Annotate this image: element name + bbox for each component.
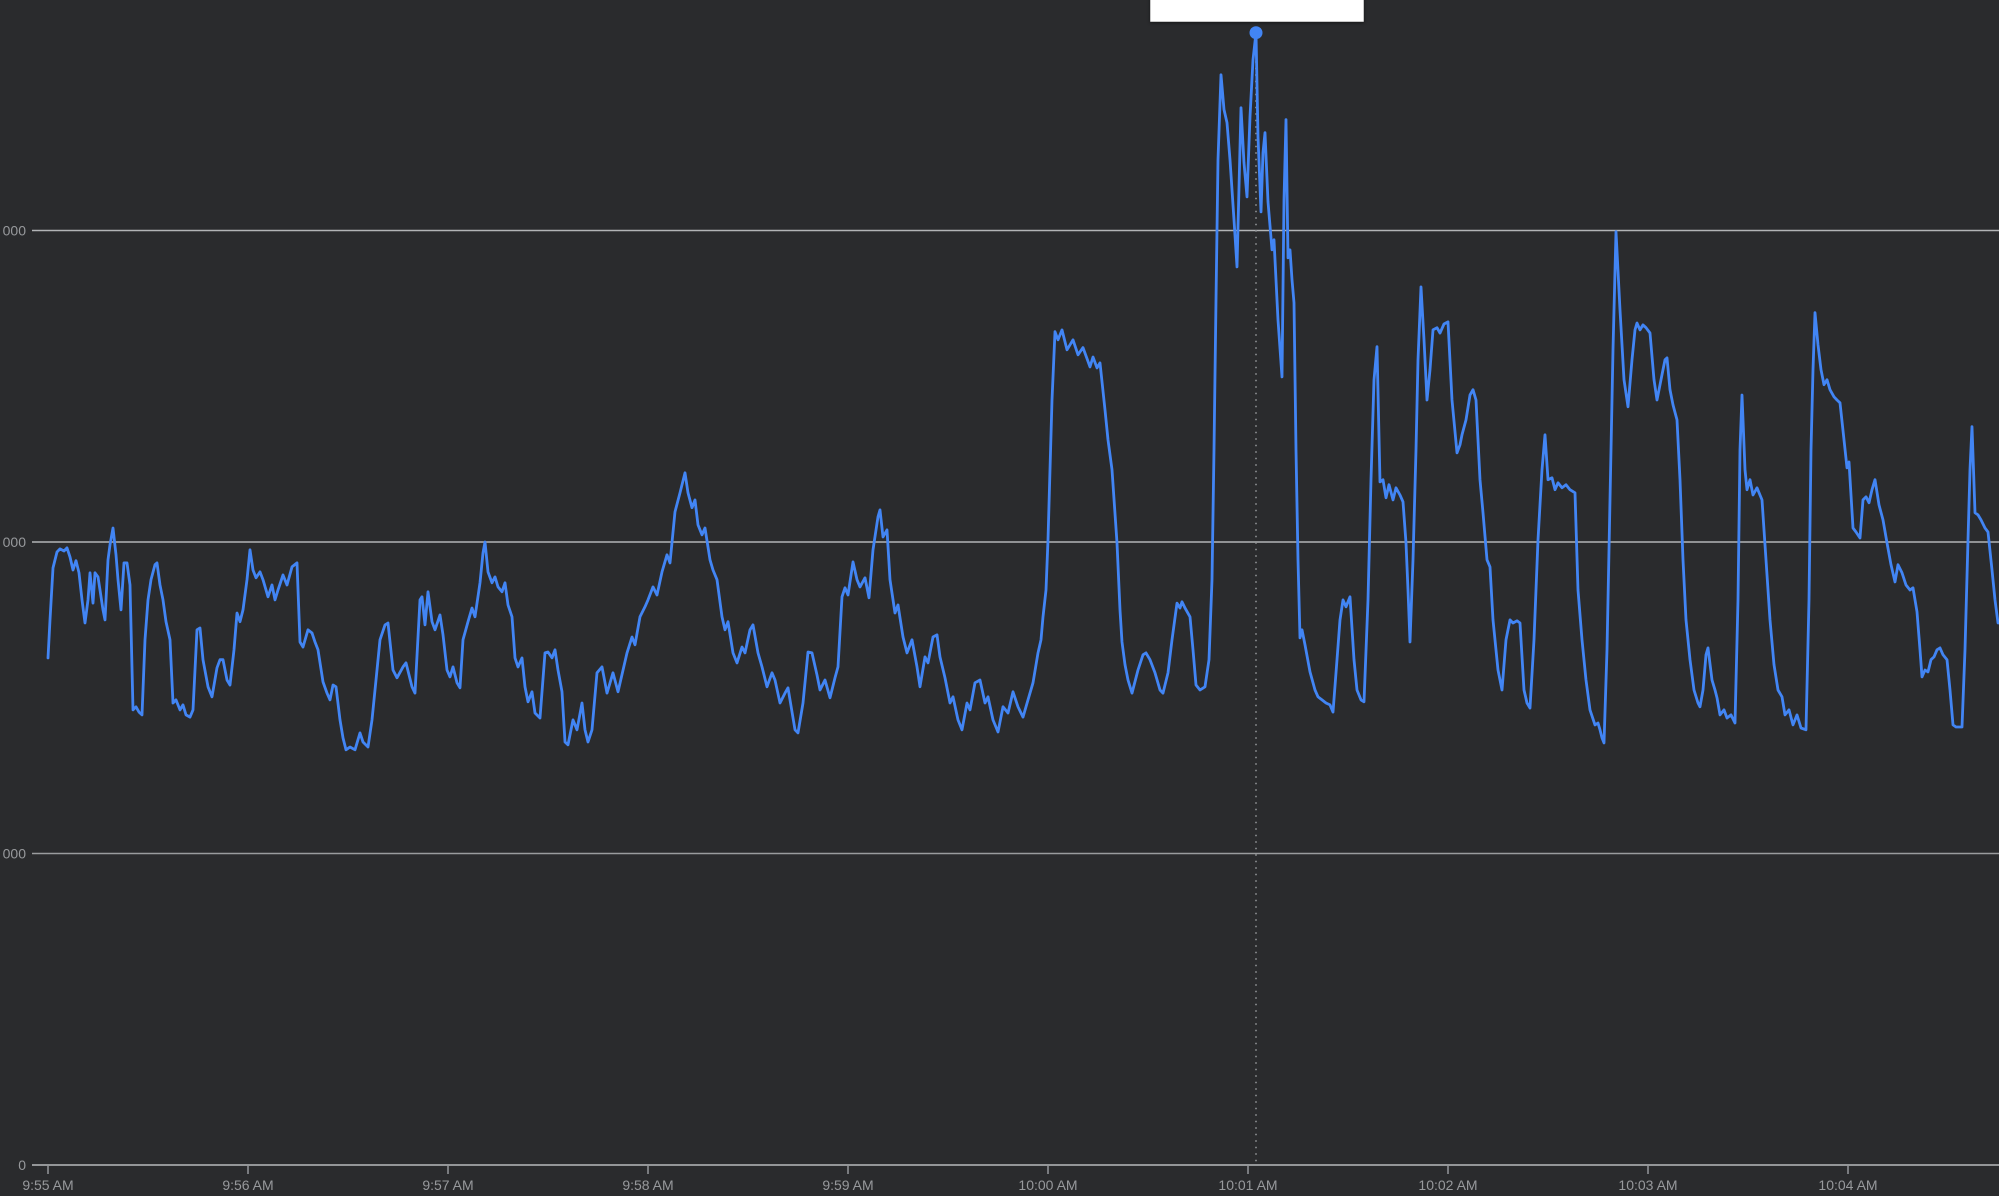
realtime-chart-panel: 0000000000 9:55 AM9:56 AM9:57 AM9:58 AM9…	[0, 0, 1999, 1196]
y-axis-label: 000	[3, 223, 27, 239]
y-axis-zero-label: 0	[18, 1157, 26, 1173]
x-axis-label: 9:59 AM	[822, 1177, 873, 1193]
x-axis-label: 10:01 AM	[1218, 1177, 1277, 1193]
y-axis-label: 000	[3, 846, 27, 862]
x-axis-ticks	[48, 1166, 1848, 1174]
x-axis-label: 10:00 AM	[1018, 1177, 1077, 1193]
realtime-line-chart[interactable]: 0000000000 9:55 AM9:56 AM9:57 AM9:58 AM9…	[0, 0, 1999, 1196]
x-axis-labels: 9:55 AM 9:56 AM 9:57 AM 9:58 AM 9:59 AM 10:00…	[22, 1177, 1877, 1193]
selected-point-marker	[1250, 26, 1263, 39]
x-axis-label: 10:03 AM	[1618, 1177, 1677, 1193]
horizontal-gridlines	[32, 231, 1999, 854]
tooltip	[1150, 0, 1364, 22]
y-axis-labels: 0000000000	[3, 223, 27, 1174]
x-axis-label: 9:55 AM	[22, 1177, 73, 1193]
y-axis-label: 000	[3, 534, 27, 550]
x-axis-label: 10:04 AM	[1818, 1177, 1877, 1193]
x-axis-label: 10:02 AM	[1418, 1177, 1477, 1193]
x-axis-label: 9:58 AM	[622, 1177, 673, 1193]
x-axis-label: 9:57 AM	[422, 1177, 473, 1193]
series-line	[48, 33, 1998, 750]
x-axis-label: 9:56 AM	[222, 1177, 273, 1193]
